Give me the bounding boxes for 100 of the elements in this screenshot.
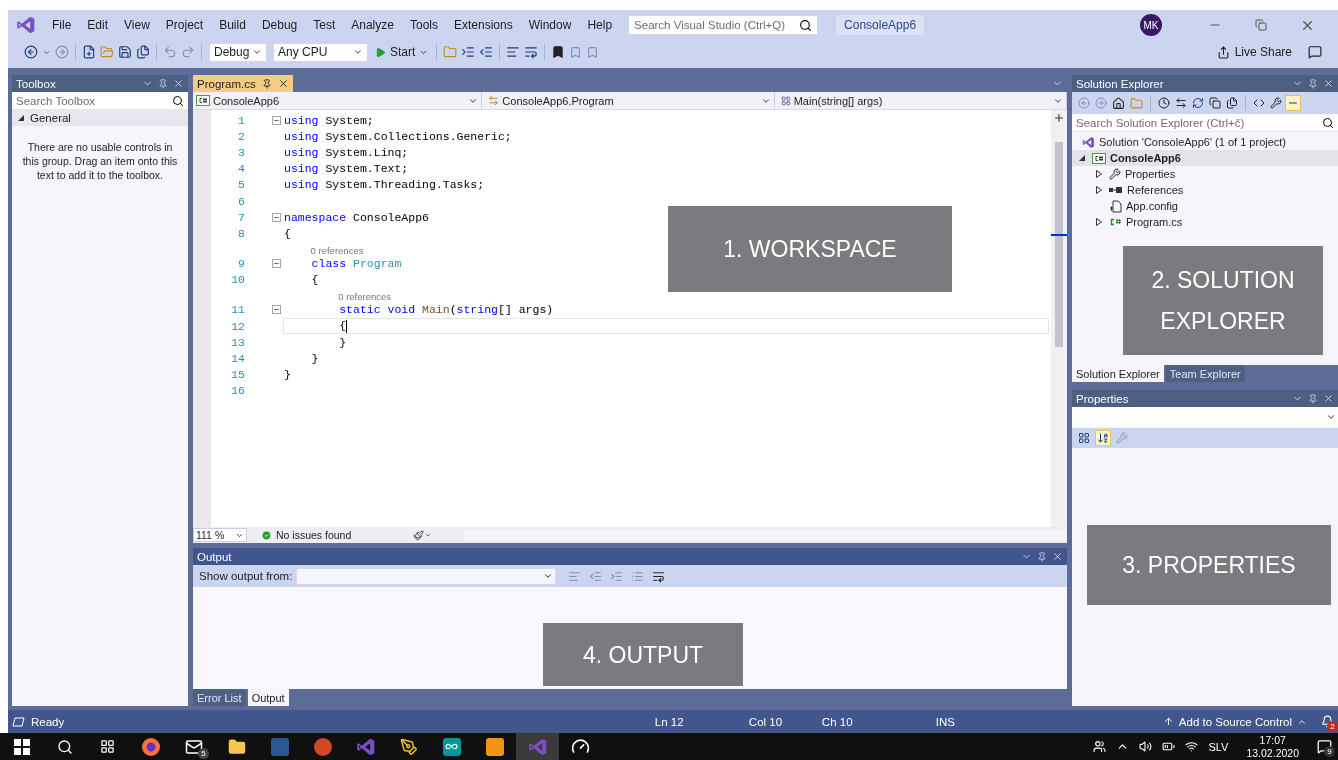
- user-avatar[interactable]: MK: [1140, 14, 1162, 36]
- pin-icon[interactable]: [1037, 551, 1047, 562]
- menu-item[interactable]: View: [116, 15, 158, 35]
- panel-title: Solution Explorer: [1076, 77, 1165, 90]
- solution-search-field[interactable]: Search Solution Explorer (Ctrl+č): [1072, 114, 1338, 132]
- panel-tab[interactable]: Team Explorer: [1165, 365, 1245, 382]
- expanded-arrow-icon[interactable]: [18, 115, 24, 121]
- collapsed-arrow-icon[interactable]: [1096, 218, 1102, 226]
- menu-item[interactable]: File: [44, 15, 80, 35]
- collapse-all-icon[interactable]: [1207, 96, 1223, 110]
- chevron-down-icon[interactable]: [252, 47, 262, 57]
- code-line: namespace ConsoleApp6: [284, 210, 429, 224]
- menu-item[interactable]: Project: [157, 15, 212, 35]
- volume-icon[interactable]: [1139, 740, 1153, 753]
- menu-item[interactable]: Test: [305, 15, 344, 35]
- tree-item[interactable]: Properties: [1072, 166, 1338, 182]
- horizontal-scrollbar[interactable]: [464, 529, 1067, 541]
- home-icon[interactable]: [1110, 95, 1127, 111]
- fold-toggle[interactable]: [272, 305, 281, 315]
- menu-item[interactable]: Extensions: [446, 15, 521, 35]
- feedback-icon[interactable]: [1306, 44, 1324, 60]
- code-line: {: [311, 273, 319, 287]
- menu-item[interactable]: Help: [579, 15, 621, 35]
- insert-mode-indicator[interactable]: INS: [935, 715, 1163, 728]
- pin-icon[interactable]: [261, 78, 272, 89]
- codelens-label[interactable]: 0 references: [338, 291, 392, 303]
- close-icon[interactable]: [277, 78, 289, 89]
- navigation-dropdown[interactable]: ConsoleApp6: [193, 92, 483, 109]
- live-share-button[interactable]: Live Share: [1216, 45, 1292, 59]
- tree-item[interactable]: References: [1072, 182, 1338, 198]
- save-icon[interactable]: [116, 44, 134, 60]
- sort-alphabetical-icon[interactable]: [1095, 430, 1111, 446]
- menu-item[interactable]: Analyze: [343, 15, 402, 35]
- tree-item[interactable]: Program.cs: [1072, 214, 1338, 230]
- configuration-dropdown[interactable]: Debug: [209, 42, 267, 62]
- pin-icon[interactable]: [1308, 78, 1318, 89]
- clock[interactable]: 17:07 13.02.2020: [1238, 733, 1307, 760]
- pin-icon[interactable]: [158, 78, 168, 89]
- menu-item[interactable]: Build: [211, 15, 254, 35]
- task-view-icon[interactable]: [100, 739, 115, 754]
- close-icon[interactable]: [1323, 78, 1334, 89]
- code-line: {: [284, 226, 291, 240]
- expanded-arrow-icon[interactable]: [1079, 155, 1085, 161]
- panel-tab[interactable]: Error List: [193, 689, 246, 706]
- wifi-icon[interactable]: [1185, 740, 1199, 753]
- vertical-scrollbar[interactable]: [1051, 110, 1067, 527]
- scroll-thumb[interactable]: [1055, 142, 1063, 347]
- panel-tab[interactable]: Output: [247, 689, 289, 706]
- save-all-icon[interactable]: [134, 44, 152, 60]
- fold-toggle[interactable]: [272, 259, 281, 269]
- navigation-dropdown[interactable]: ConsoleApp6.Program: [485, 92, 775, 109]
- toolbox-search-field[interactable]: Search Toolbox: [12, 92, 188, 110]
- action-center-icon[interactable]: 9: [1317, 739, 1332, 754]
- platform-dropdown[interactable]: Any CPU: [273, 42, 368, 62]
- windows-logo-icon[interactable]: [13, 738, 30, 755]
- document-tab[interactable]: Program.cs: [193, 75, 293, 92]
- panel-tab[interactable]: Solution Explorer: [1072, 365, 1164, 382]
- search-icon[interactable]: [56, 738, 73, 755]
- tree-item[interactable]: Solution 'ConsoleApp6' (1 of 1 project): [1072, 134, 1338, 150]
- issues-indicator[interactable]: No issues found: [261, 529, 411, 541]
- show-all-files-icon[interactable]: [1224, 96, 1240, 110]
- chevron-down-icon[interactable]: [353, 47, 363, 57]
- sync-icon[interactable]: [1173, 96, 1189, 110]
- start-button[interactable]: Start: [371, 45, 433, 59]
- clock-icon[interactable]: [1156, 96, 1172, 110]
- fold-toggle[interactable]: [272, 115, 281, 125]
- language-indicator[interactable]: SLV: [1208, 740, 1229, 753]
- tree-item[interactable]: App.config: [1072, 198, 1338, 214]
- split-plus-icon[interactable]: [1053, 112, 1065, 124]
- chevron-down-icon[interactable]: [1326, 412, 1336, 422]
- source-control-button[interactable]: Add to Source Control: [1162, 715, 1307, 728]
- toolbox-group-header[interactable]: General: [12, 110, 188, 126]
- close-icon[interactable]: [1052, 551, 1063, 562]
- menu-item[interactable]: Debug: [253, 15, 306, 35]
- navigation-dropdown[interactable]: Main(string[] args): [777, 92, 1067, 109]
- codelens-label[interactable]: 0 references: [310, 245, 364, 256]
- code-line: using System.Collections.Generic;: [284, 129, 512, 143]
- menu-item[interactable]: Edit: [79, 15, 117, 35]
- chevron-down-icon[interactable]: [543, 571, 554, 581]
- logo-icon: [16, 15, 36, 35]
- people-icon[interactable]: [1093, 740, 1107, 753]
- preview-icon[interactable]: [1285, 95, 1301, 111]
- zoom-dropdown[interactable]: 111 %: [193, 528, 247, 542]
- pin-icon[interactable]: [1308, 393, 1318, 404]
- categorized-icon[interactable]: [1076, 430, 1092, 446]
- back-icon[interactable]: [22, 44, 40, 60]
- refresh-icon[interactable]: [1190, 96, 1206, 110]
- tree-item[interactable]: ConsoleApp6: [1072, 150, 1338, 166]
- close-icon[interactable]: [173, 78, 184, 89]
- close-icon[interactable]: [1323, 393, 1334, 404]
- menu-item[interactable]: Window: [520, 15, 580, 35]
- wrench-icon[interactable]: [1268, 96, 1284, 110]
- restore-icon[interactable]: [1255, 19, 1267, 31]
- search-field[interactable]: Search Visual Studio (Ctrl+Q): [628, 15, 819, 35]
- taskbar-app[interactable]: 5: [172, 733, 215, 760]
- fold-toggle[interactable]: [272, 212, 281, 222]
- battery-icon[interactable]: [1162, 740, 1176, 753]
- share-icon: [1216, 45, 1230, 59]
- text-caret: [346, 319, 348, 333]
- menu-item[interactable]: Tools: [401, 15, 446, 35]
